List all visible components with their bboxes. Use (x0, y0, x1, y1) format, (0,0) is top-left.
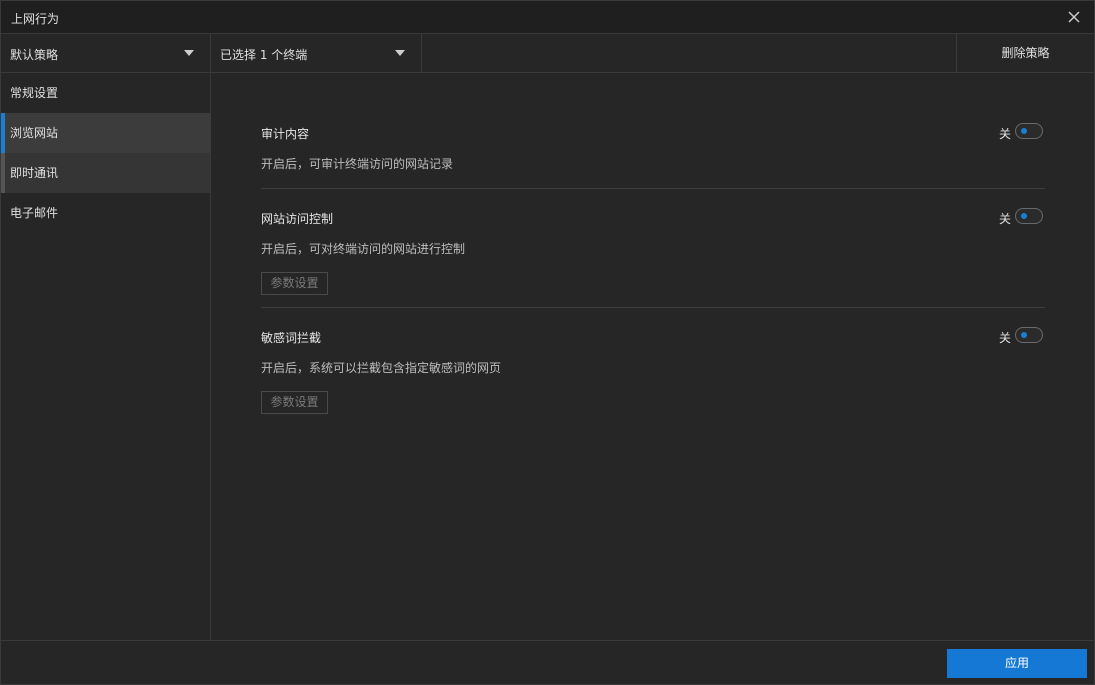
sidebar-item-general[interactable]: 常规设置 (1, 73, 210, 113)
section-description: 开启后，可对终端访问的网站进行控制 (261, 242, 466, 256)
section-title: 敏感词拦截 (261, 331, 322, 345)
policy-dropdown-label: 默认策略 (10, 48, 59, 62)
divider (261, 188, 1045, 189)
sidebar-item-email[interactable]: 电子邮件 (1, 193, 210, 233)
caret-down-icon (184, 50, 194, 56)
website-control-param-button[interactable]: 参数设置 (261, 272, 328, 295)
main-content: 审计内容 关 开启后，可审计终端访问的网站记录 网站访问控制 关 开启后，可对终… (212, 73, 1094, 640)
sidebar-item-label: 常规设置 (10, 86, 59, 100)
terminal-dropdown[interactable]: 已选择 1 个终端 (211, 34, 422, 72)
window-title: 上网行为 (11, 12, 60, 26)
sidebar: 常规设置 浏览网站 即时通讯 电子邮件 (1, 73, 211, 640)
policy-dropdown[interactable]: 默认策略 (1, 34, 211, 72)
section-title: 审计内容 (261, 127, 310, 141)
toggle-state-label: 关 (998, 127, 1011, 141)
title-bar: 上网行为 (1, 1, 1094, 34)
website-control-toggle[interactable] (1015, 208, 1043, 224)
sensitive-word-param-button[interactable]: 参数设置 (261, 391, 328, 414)
audit-content-toggle[interactable] (1015, 123, 1043, 139)
toolbar: 默认策略 已选择 1 个终端 删除策略 (1, 34, 1094, 73)
section-description: 开启后，系统可以拦截包含指定敏感词的网页 (261, 361, 502, 375)
sidebar-item-label: 电子邮件 (10, 206, 59, 220)
dialog-window: 上网行为 默认策略 已选择 1 个终端 删除策略 常规设置 浏览网站 即时通讯 (0, 0, 1095, 685)
toggle-knob (1021, 213, 1027, 219)
terminal-dropdown-label: 已选择 1 个终端 (220, 48, 308, 62)
caret-down-icon (395, 50, 405, 56)
toggle-state-label: 关 (998, 331, 1011, 345)
section-description: 开启后，可审计终端访问的网站记录 (261, 157, 454, 171)
sensitive-word-toggle[interactable] (1015, 327, 1043, 343)
sidebar-item-label: 浏览网站 (10, 126, 59, 140)
sidebar-item-im[interactable]: 即时通讯 (1, 153, 210, 193)
toggle-state-label: 关 (998, 212, 1011, 226)
toggle-knob (1021, 128, 1027, 134)
section-title: 网站访问控制 (261, 212, 334, 226)
divider (261, 307, 1045, 308)
close-button[interactable] (1064, 7, 1084, 27)
delete-policy-button[interactable]: 删除策略 (956, 34, 1094, 72)
toggle-knob (1021, 332, 1027, 338)
close-icon (1068, 11, 1080, 23)
sidebar-item-label: 即时通讯 (10, 166, 59, 180)
sidebar-item-browsing[interactable]: 浏览网站 (1, 113, 210, 153)
footer: 应用 (1, 640, 1094, 684)
apply-button[interactable]: 应用 (947, 649, 1087, 678)
